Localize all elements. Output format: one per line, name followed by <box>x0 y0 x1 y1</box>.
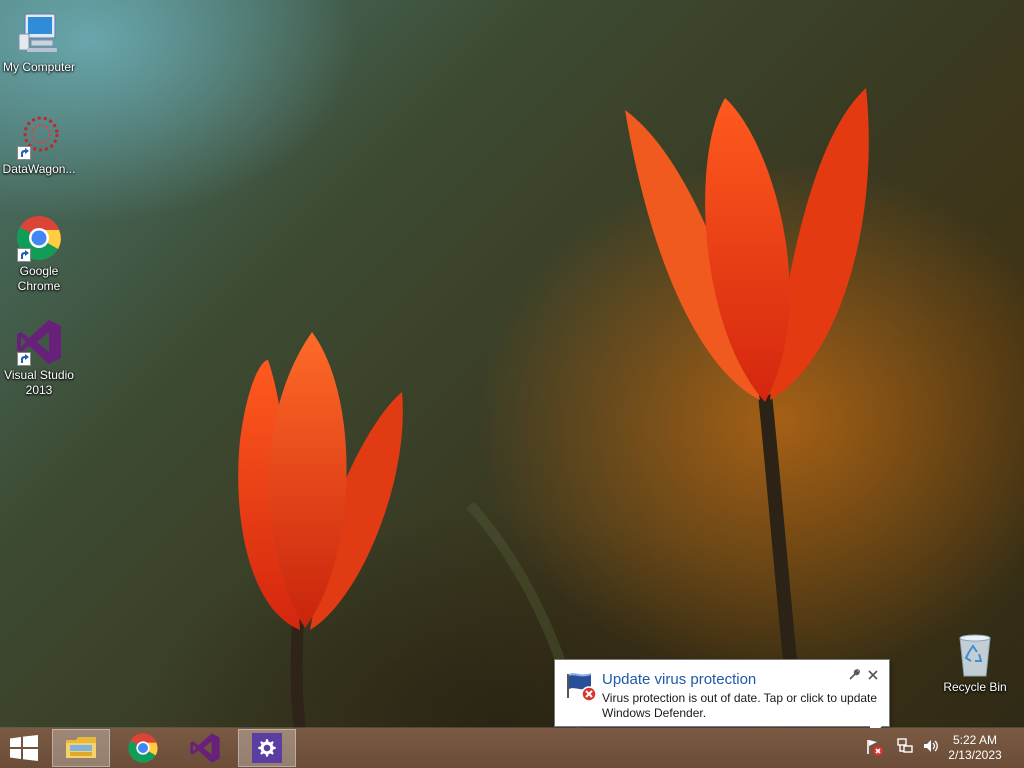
desktop-icon-label: My Computer <box>2 60 76 74</box>
shortcut-arrow-icon <box>17 248 31 262</box>
start-button[interactable] <box>6 734 40 762</box>
volume-icon[interactable] <box>922 737 944 759</box>
taskbar-file-explorer[interactable] <box>52 729 110 767</box>
wallpaper-flowers <box>238 88 869 728</box>
close-icon[interactable] <box>866 669 880 683</box>
taskbar-settings[interactable] <box>238 729 296 767</box>
taskbar-clock[interactable]: 5:22 AM 2/13/2023 <box>942 733 1008 763</box>
computer-icon <box>15 10 63 58</box>
chrome-icon <box>128 733 158 763</box>
taskbar: 5:22 AM 2/13/2023 <box>0 728 1024 768</box>
defender-flag-error-icon <box>565 670 597 702</box>
desktop-icon-visual-studio[interactable]: Visual Studio 2013 <box>0 318 78 398</box>
wrench-icon[interactable] <box>847 669 861 683</box>
desktop-icon-label: DataWagon... <box>2 162 76 176</box>
shortcut-arrow-icon <box>17 352 31 366</box>
file-explorer-icon <box>66 737 96 758</box>
visual-studio-icon <box>190 733 220 763</box>
notification-balloon[interactable]: Update virus protection Virus protection… <box>554 659 890 727</box>
desktop-icon-recycle-bin[interactable]: Recycle Bin <box>936 630 1014 695</box>
taskbar-google-chrome[interactable] <box>114 729 172 767</box>
desktop-icon-datawagon[interactable]: DataWagon... <box>0 112 78 177</box>
action-center-error-icon[interactable] <box>864 737 886 759</box>
taskbar-visual-studio[interactable] <box>176 729 234 767</box>
desktop-icon-my-computer[interactable]: My Computer <box>0 10 78 75</box>
notification-title: Update virus protection <box>602 671 757 688</box>
shortcut-arrow-icon <box>17 146 31 160</box>
visual-studio-icon <box>15 318 63 366</box>
datawagon-icon <box>15 112 63 160</box>
desktop-icon-google-chrome[interactable]: Google Chrome <box>0 214 78 294</box>
desktop-icon-label: Visual Studio 2013 <box>4 368 74 397</box>
clock-time: 5:22 AM <box>952 733 998 747</box>
windows-logo-icon <box>10 735 38 761</box>
notification-message: Virus protection is out of date. Tap or … <box>602 691 878 720</box>
desktop-icon-label: Google Chrome <box>17 264 61 293</box>
chrome-icon <box>15 214 63 262</box>
desktop-icon-label: Recycle Bin <box>943 680 1007 694</box>
network-icon[interactable] <box>896 737 918 759</box>
system-tray <box>864 728 944 768</box>
clock-date: 2/13/2023 <box>948 748 1002 762</box>
recycle-bin-icon <box>951 630 999 678</box>
gear-icon <box>252 733 282 763</box>
